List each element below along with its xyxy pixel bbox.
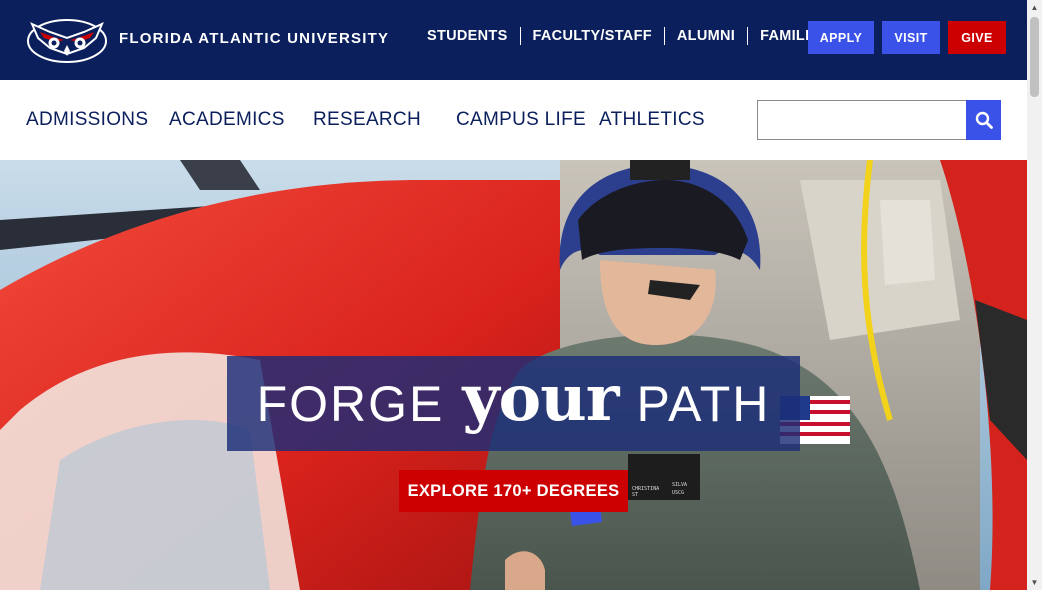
search-button[interactable] [966,100,1001,140]
search-form [757,100,1001,140]
audience-link-students[interactable]: STUDENTS [415,27,521,45]
badge-unit: USCG [672,490,684,496]
nav-item-admissions[interactable]: ADMISSIONS [26,109,148,131]
nav-item-research[interactable]: RESEARCH [313,109,421,131]
nav-item-academics[interactable]: ACADEMICS [169,109,285,131]
main-nav: ADMISSIONS ACADEMICS RESEARCH CAMPUS LIF… [0,80,1027,160]
top-utility-bar: FLORIDA ATLANTIC UNIVERSITY STUDENTS FAC… [0,0,1027,80]
scroll-up-arrow-icon[interactable]: ▲ [1027,0,1042,15]
audience-nav: STUDENTS FACULTY/STAFF ALUMNI FAMILIES [415,27,841,45]
badge-rank: ST [632,492,638,498]
visit-button[interactable]: VISIT [882,21,940,54]
owl-logo-icon[interactable] [26,16,108,64]
badge-surname: SILVA [672,482,687,488]
headline-word-path: PATH [636,375,771,432]
cta-buttons: APPLY VISIT GIVE [808,21,1006,54]
page-scrollbar[interactable]: ▲ ▼ [1027,0,1042,590]
nav-item-campus-life[interactable]: CAMPUS LIFE [456,109,586,131]
university-name[interactable]: FLORIDA ATLANTIC UNIVERSITY [119,30,389,47]
search-icon [975,111,993,129]
apply-button[interactable]: APPLY [808,21,874,54]
explore-degrees-button[interactable]: EXPLORE 170+ DEGREES [399,470,628,512]
hero-headline: FORGE your PATH [227,356,800,451]
scrollbar-thumb[interactable] [1030,17,1039,97]
search-input[interactable] [757,100,966,140]
audience-link-alumni[interactable]: ALUMNI [665,27,749,45]
headline-word-forge: FORGE [256,375,445,432]
headline-word-your: your [462,361,619,436]
give-button[interactable]: GIVE [948,21,1006,54]
scroll-down-arrow-icon[interactable]: ▼ [1027,575,1042,590]
audience-link-faculty-staff[interactable]: FACULTY/STAFF [521,27,665,45]
page: FLORIDA ATLANTIC UNIVERSITY STUDENTS FAC… [0,0,1042,590]
nav-item-athletics[interactable]: ATHLETICS [599,109,705,131]
hero-banner: CHRISTINA SILVA ST USCG FORGE your PATH … [0,160,1027,590]
